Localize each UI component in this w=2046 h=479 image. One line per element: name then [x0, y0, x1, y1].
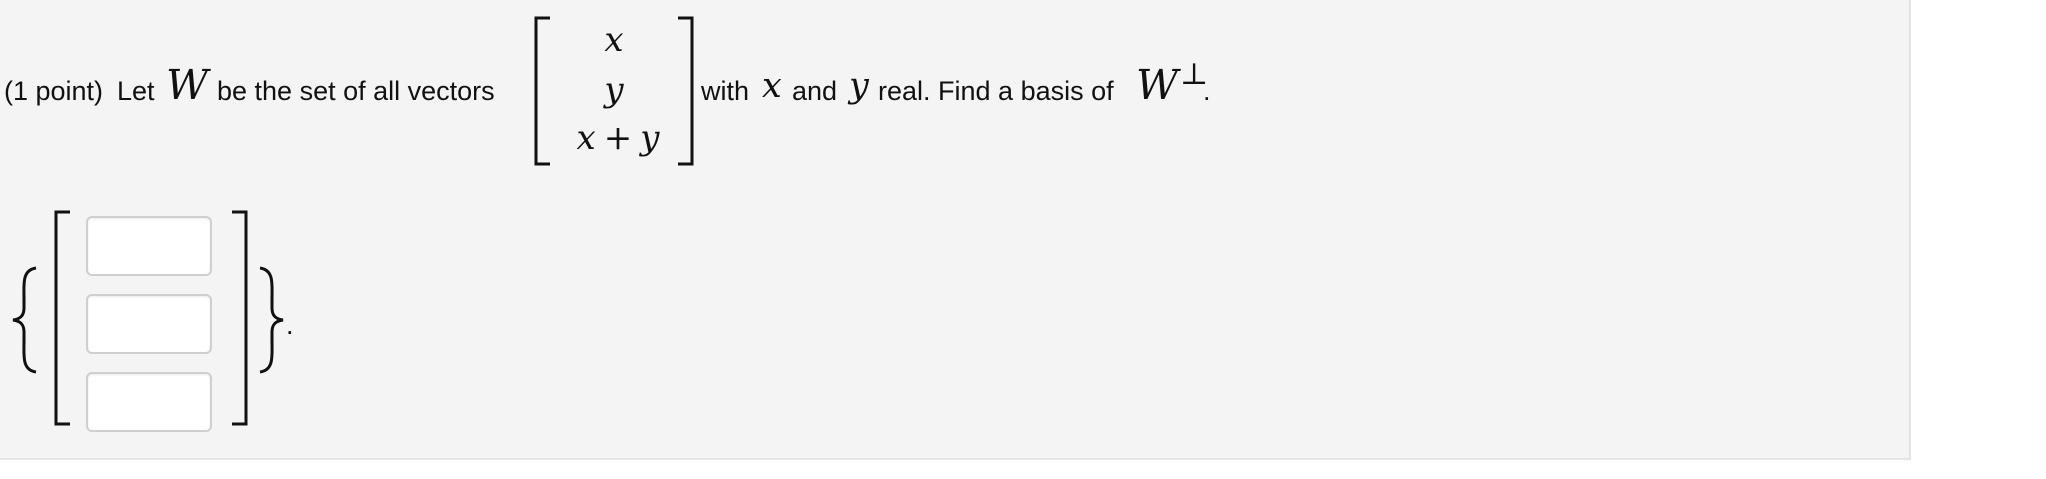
- answer-area: .: [0, 190, 400, 450]
- plus-sign: +: [603, 118, 633, 158]
- vector-entry-x-plus-y: x + y: [568, 118, 668, 158]
- vector-right-bracket: [678, 16, 694, 166]
- answer-left-bracket: [54, 210, 70, 426]
- vector-left-bracket: [534, 16, 550, 166]
- vector-entry-x: x: [604, 20, 624, 60]
- variable-x: x: [762, 66, 782, 106]
- answer-period: .: [286, 310, 294, 340]
- right-curly-brace: [259, 266, 284, 374]
- vector-entry-3-y: y: [640, 118, 660, 158]
- and-text: and: [792, 76, 838, 106]
- vector-entry-3-x: x: [576, 118, 596, 158]
- answer-entry-1[interactable]: [86, 216, 212, 276]
- vector-entry-y: y: [604, 70, 624, 110]
- variable-W-perp-base: W: [1136, 61, 1179, 109]
- let-text: Let: [117, 76, 155, 106]
- problem-statement: (1 point) Let W be the set of all vector…: [0, 0, 1900, 180]
- be-set-text: be the set of all vectors: [217, 76, 495, 106]
- answer-right-bracket: [232, 210, 248, 426]
- with-text: with: [701, 76, 750, 106]
- find-basis-text: real. Find a basis of: [878, 76, 1114, 106]
- variable-W: W: [166, 61, 209, 109]
- statement-period: .: [1203, 76, 1211, 106]
- left-curly-brace: [12, 266, 37, 374]
- problem-container: (1 point) Let W be the set of all vector…: [0, 0, 1911, 460]
- answer-entry-2[interactable]: [86, 294, 212, 354]
- answer-entry-3[interactable]: [86, 372, 212, 432]
- variable-y: y: [849, 66, 869, 106]
- point-value: (1 point): [4, 76, 104, 106]
